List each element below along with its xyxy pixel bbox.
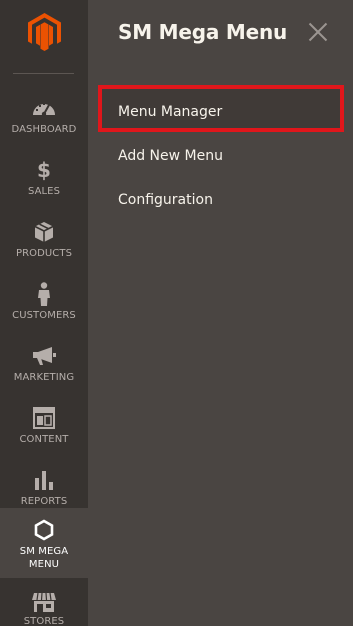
admin-sidebar: DASHBOARD $ SALES PRODUCTS CUSTOMERS MAR…	[0, 0, 88, 626]
dollar-icon: $	[37, 158, 51, 182]
nav-label: REPORTS	[20, 496, 68, 507]
person-icon	[0, 282, 88, 306]
nav-content[interactable]: CONTENT	[0, 396, 88, 458]
sm-mega-menu-flyout: SM Mega Menu Menu Manager Add New Menu C…	[88, 0, 353, 626]
nav-label: MARKETING	[13, 372, 75, 383]
flyout-title: SM Mega Menu	[118, 20, 288, 44]
nav-marketing[interactable]: MARKETING	[0, 334, 88, 396]
bar-chart-icon	[0, 468, 88, 492]
layout-icon	[0, 406, 88, 430]
submenu-add-new-menu[interactable]: Add New Menu	[118, 148, 223, 164]
box-icon	[0, 220, 88, 244]
nav-stores[interactable]: STORES	[0, 582, 88, 626]
nav-label: PRODUCTS	[15, 248, 73, 259]
logo-divider	[13, 73, 74, 74]
nav-customers[interactable]: CUSTOMERS	[0, 272, 88, 334]
nav-label: SALES	[27, 186, 61, 197]
hexagon-icon	[0, 518, 88, 542]
nav-dashboard[interactable]: DASHBOARD	[0, 86, 88, 148]
nav-label: CUSTOMERS	[12, 310, 76, 321]
nav-label: DASHBOARD	[11, 124, 77, 135]
nav-sm-mega-menu[interactable]: SM MEGA MENU	[0, 508, 88, 578]
logo-area[interactable]	[0, 0, 88, 75]
nav-products[interactable]: PRODUCTS	[0, 210, 88, 272]
nav-label-line1: SM MEGA	[19, 546, 69, 557]
close-icon[interactable]	[307, 21, 329, 43]
nav-label: SM MEGA MENU	[0, 545, 88, 571]
submenu-configuration[interactable]: Configuration	[118, 192, 213, 208]
nav-label: CONTENT	[19, 434, 69, 445]
submenu-menu-manager[interactable]: Menu Manager	[118, 104, 222, 120]
nav-label-line2: MENU	[28, 559, 60, 570]
nav-label: STORES	[23, 616, 65, 626]
storefront-icon	[0, 590, 88, 614]
megaphone-icon	[0, 344, 88, 368]
nav-sales[interactable]: $ SALES	[0, 148, 88, 210]
dashboard-gauge-icon	[0, 96, 88, 120]
magento-logo-icon	[28, 13, 61, 51]
